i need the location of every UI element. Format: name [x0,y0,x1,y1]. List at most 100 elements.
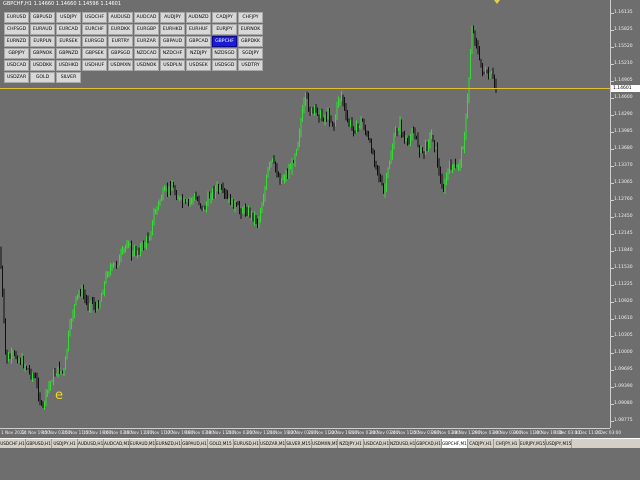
symbol-button-nzdjpy[interactable]: NZDJPY [186,48,211,59]
price-label: 1.10610 [614,316,633,321]
symbol-button-eurdkk[interactable]: EURDKK [108,24,133,35]
symbol-button-eurnok[interactable]: EURNOK [238,24,263,35]
symbol-button-eurjpy[interactable]: EURJPY [212,24,237,35]
price-label: 1.13680 [614,146,633,151]
symbol-button-eurusd[interactable]: EURUSD [4,12,29,23]
price-label: 1.11225 [614,282,633,287]
price-label: 1.10000 [614,350,633,355]
symbol-button-usdzar[interactable]: USDZAR [4,72,29,83]
price-label: 1.09390 [614,384,633,389]
current-price-line [0,88,610,89]
chart-tab[interactable]: USDZAR,M15 [260,439,286,448]
symbol-button-chfsgd[interactable]: CHFSGD [4,24,29,35]
symbol-button-gbpdkk[interactable]: GBPDKK [238,36,263,47]
symbol-button-usdsek[interactable]: USDSEK [186,60,211,71]
symbol-button-eurgbp[interactable]: EURGBP [134,24,159,35]
symbol-button-chfjpy[interactable]: CHFJPY [238,12,263,23]
symbol-button-usdchf[interactable]: USDCHF [82,12,107,23]
symbol-button-eurhuf[interactable]: EURHUF [186,24,211,35]
symbol-button-gbpjpy[interactable]: GBPJPY [4,48,29,59]
price-label: 1.08775 [614,418,633,423]
symbol-button-eurnzd[interactable]: EURNZD [4,36,29,47]
chart-tab[interactable]: EURAUD,M15 [130,439,156,448]
price-label: 1.12760 [614,197,633,202]
symbol-button-gbpcad[interactable]: GBPCAD [186,36,211,47]
price-label: 1.11840 [614,248,633,253]
symbol-button-gbpsek[interactable]: GBPSEK [82,48,107,59]
symbol-button-eursek[interactable]: EURSEK [56,36,81,47]
price-axis[interactable]: 1.16135 1.15825 1.15520 1.15210 1.14905 1.146… [610,0,640,428]
chart-tab[interactable]: USDCHF,H1 [0,439,26,448]
symbol-button-usdpln[interactable]: USDPLN [160,60,185,71]
symbol-button-nzdsgd[interactable]: NZDSGD [212,48,237,59]
price-label: 1.14600 [614,95,633,100]
symbol-button-usdmxn[interactable]: USDMXN [108,60,133,71]
chart-area[interactable]: GBPCHF,H1 1.14660 1.14660 1.14596 1.1460… [0,0,610,428]
symbol-button-gbpnzd[interactable]: GBPNZD [56,48,81,59]
symbol-button-nzdchf[interactable]: NZDCHF [160,48,185,59]
price-label: 1.15825 [614,27,633,32]
symbol-button-gbpsgd[interactable]: GBPSGD [108,48,133,59]
chart-tab[interactable]: USDJPY,M15 [546,439,572,448]
symbol-button-usdtry[interactable]: USDTRY [238,60,263,71]
chart-tab[interactable]: AUDUSD,H1 [78,439,104,448]
price-label: 1.14290 [614,112,633,117]
symbol-button-eurpln[interactable]: EURPLN [30,36,55,47]
current-price-label: 1.14601 [611,85,640,92]
symbol-button-eurchf[interactable]: EURCHF [82,24,107,35]
chart-tab[interactable]: AUDCAD,M15 [104,439,130,448]
symbol-button-gbpchf[interactable]: GBPCHF [212,36,237,47]
symbol-button-nzdcad[interactable]: NZDCAD [134,48,159,59]
symbol-button-audjpy[interactable]: AUDJPY [160,12,185,23]
chart-tab[interactable]: NZDUSD,H1 [390,439,416,448]
chart-tab[interactable]: CADJPY,H1 [468,439,494,448]
symbol-button-usdcad[interactable]: USDCAD [4,60,29,71]
symbol-button-silver[interactable]: SILVER [56,72,81,83]
chart-tab[interactable]: USDCAD,H1 [364,439,390,448]
symbol-button-gold[interactable]: GOLD [30,72,55,83]
shift-marker-icon[interactable] [494,0,500,4]
symbol-button-gbpaud[interactable]: GBPAUD [160,36,185,47]
chart-tab[interactable]: EURUSD,H1 [234,439,260,448]
chart-tab[interactable]: EURJPY,M15 [520,439,546,448]
symbol-button-eurzar[interactable]: EURZAR [134,36,159,47]
symbol-button-usdnok[interactable]: USDNOK [134,60,159,71]
chart-tab[interactable]: GBPUSD,H1 [26,439,52,448]
chart-tab[interactable]: GBPCHF,M15 [442,439,468,448]
symbol-button-eurtry[interactable]: EURTRY [108,36,133,47]
symbol-button-usdhuf[interactable]: USDHUF [82,60,107,71]
time-label: 2 Dec 03:00 [595,430,622,435]
symbol-button-usddkk[interactable]: USDDKK [30,60,55,71]
symbol-button-eurhkd[interactable]: EURHKD [160,24,185,35]
price-label: 1.15210 [614,61,633,66]
price-label: 1.10920 [614,299,633,304]
symbol-button-cadjpy[interactable]: CADJPY [212,12,237,23]
price-label: 1.16135 [614,10,633,15]
chart-tab[interactable]: USDJPY,H1 [52,439,78,448]
price-label: 1.13985 [614,129,633,134]
chart-tab[interactable]: NZDJPY,H1 [338,439,364,448]
chart-tab[interactable]: GBPAUD,H1 [182,439,208,448]
symbol-button-gbpnok[interactable]: GBPNOK [30,48,55,59]
chart-tab[interactable]: USDMXN,M15 [312,439,338,448]
symbol-button-eurcad[interactable]: EURCAD [56,24,81,35]
symbol-button-gbpusd[interactable]: GBPUSD [30,12,55,23]
symbol-button-usdhkd[interactable]: USDHKD [56,60,81,71]
chart-tab[interactable]: SILVER,M15 [286,439,312,448]
symbol-button-audcad[interactable]: AUDCAD [134,12,159,23]
price-label: 1.10305 [614,333,633,338]
symbol-button-sgdjpy[interactable]: SGDJPY [238,48,263,59]
chart-tab[interactable]: EURNZD,H1 [156,439,182,448]
symbol-button-euraud[interactable]: EURAUD [30,24,55,35]
symbol-button-eursgd[interactable]: EURSGD [82,36,107,47]
price-label: 1.12145 [614,231,633,236]
chart-tab[interactable]: GBPCAD,H1 [416,439,442,448]
chart-tab[interactable]: GOLD,M15 [208,439,234,448]
chart-tab[interactable]: CHFJPY,H1 [494,439,520,448]
symbol-button-audusd[interactable]: AUDUSD [108,12,133,23]
symbol-button-usdjpy[interactable]: USDJPY [56,12,81,23]
symbol-button-usdsgd[interactable]: USDSGD [212,60,237,71]
symbol-button-audnzd[interactable]: AUDNZD [186,12,211,23]
symbol-button-grid: EURUSD GBPUSD USDJPY USDCHF AUDUSD AUDCAD AUDJ… [4,12,263,83]
chart-header: GBPCHF,H1 1.14660 1.14660 1.14596 1.1460… [3,1,122,7]
